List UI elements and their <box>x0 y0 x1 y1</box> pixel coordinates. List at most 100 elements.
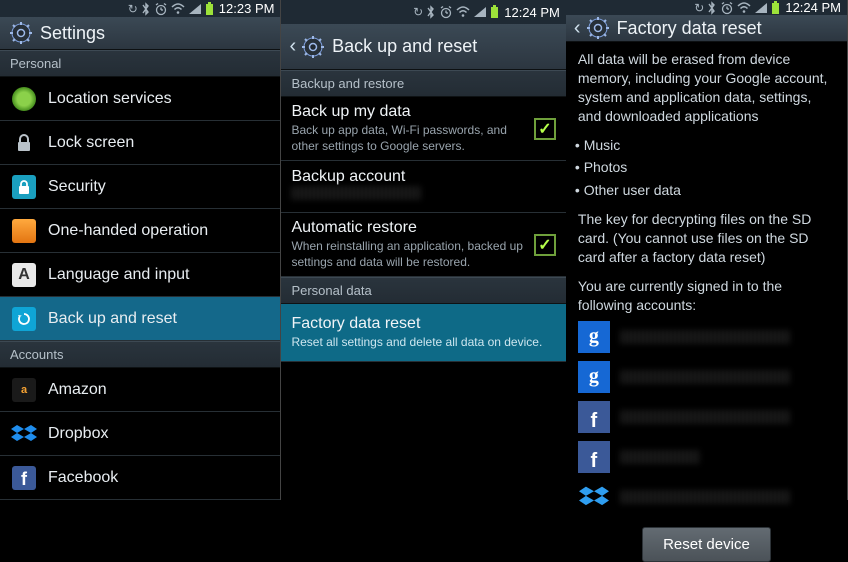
lock-icon <box>10 129 38 157</box>
warning-paragraph-2: The key for decrypting files on the SD c… <box>566 202 847 269</box>
warning-paragraph-3: You are currently signed in to the follo… <box>566 269 847 317</box>
signal-icon <box>188 3 202 15</box>
section-personal-header: Personal <box>0 50 280 77</box>
wifi-icon <box>456 6 470 18</box>
battery-icon <box>771 1 780 15</box>
amazon-icon: a <box>10 376 38 404</box>
account-dropbox <box>566 477 847 517</box>
row-label: Language and input <box>48 266 189 284</box>
google-icon: g <box>578 361 610 393</box>
section-backup-restore-header: Backup and restore <box>281 70 565 97</box>
row-automatic-restore[interactable]: Automatic restore When reinstalling an a… <box>281 213 565 277</box>
bullet-music: • Music <box>566 128 847 157</box>
language-input-icon: A <box>10 261 38 289</box>
checkbox-checked-icon[interactable]: ✓ <box>534 118 556 140</box>
row-language-input[interactable]: A Language and input <box>0 253 280 297</box>
battery-icon <box>490 5 499 19</box>
screen-settings: ↻ 12:23 PM Settings Personal Location se… <box>0 0 281 500</box>
row-title: Automatic restore <box>291 219 523 237</box>
dropbox-icon <box>578 481 610 513</box>
warning-paragraph-1: All data will be erased from device memo… <box>566 42 847 128</box>
clock: 12:23 PM <box>219 1 275 16</box>
row-label: One-handed operation <box>48 222 208 240</box>
signal-icon <box>473 6 487 18</box>
backup-reset-icon <box>10 305 38 333</box>
row-label: Lock screen <box>48 134 134 152</box>
alarm-icon <box>720 1 734 15</box>
row-backup-my-data[interactable]: Back up my data Back up app data, Wi-Fi … <box>281 97 565 161</box>
chevron-left-icon[interactable]: ‹ <box>289 35 296 58</box>
redacted-value <box>620 410 790 424</box>
row-subtitle: Reset all settings and delete all data o… <box>291 335 555 351</box>
title-bar: Settings <box>0 17 280 50</box>
row-label: Dropbox <box>48 425 108 443</box>
row-factory-data-reset[interactable]: Factory data reset Reset all settings an… <box>281 304 565 362</box>
row-label: Back up and reset <box>48 310 177 328</box>
page-title: Factory data reset <box>617 18 762 39</box>
account-google-1: g <box>566 317 847 357</box>
row-title: Backup account <box>291 168 555 186</box>
status-bar: ↻ 12:23 PM <box>0 0 280 17</box>
title-bar[interactable]: ‹ Factory data reset <box>566 15 847 42</box>
alarm-icon <box>154 2 168 16</box>
row-label: Facebook <box>48 469 118 487</box>
bullet-photos: • Photos <box>566 156 847 179</box>
screen-factory-reset: ↻ 12:24 PM ‹ Factory data reset All data… <box>566 0 848 500</box>
row-subtitle: When reinstalling an application, backed… <box>291 239 523 270</box>
row-location-services[interactable]: Location services <box>0 77 280 121</box>
wifi-icon <box>171 3 185 15</box>
row-label: Location services <box>48 90 172 108</box>
security-icon <box>10 173 38 201</box>
status-bar: ↻ 12:24 PM <box>566 0 847 15</box>
clock: 12:24 PM <box>504 5 560 20</box>
sync-icon: ↻ <box>694 1 704 15</box>
row-account-facebook[interactable]: f Facebook <box>0 456 280 500</box>
bluetooth-icon <box>707 1 717 15</box>
row-account-amazon[interactable]: a Amazon <box>0 368 280 412</box>
row-lock-screen[interactable]: Lock screen <box>0 121 280 165</box>
row-label: Security <box>48 178 106 196</box>
wifi-icon <box>737 2 751 14</box>
redacted-value <box>620 490 790 504</box>
chevron-left-icon[interactable]: ‹ <box>574 17 581 40</box>
alarm-icon <box>439 5 453 19</box>
status-bar: ↻ 12:24 PM <box>281 0 565 24</box>
title-bar[interactable]: ‹ Back up and reset <box>281 24 565 70</box>
clock: 12:24 PM <box>785 0 841 15</box>
row-security[interactable]: Security <box>0 165 280 209</box>
redacted-value <box>620 450 700 464</box>
row-subtitle: Back up app data, Wi-Fi passwords, and o… <box>291 123 523 154</box>
account-facebook-1: f <box>566 397 847 437</box>
redacted-value <box>620 370 790 384</box>
google-icon: g <box>578 321 610 353</box>
checkbox-checked-icon[interactable]: ✓ <box>534 234 556 256</box>
facebook-icon: f <box>10 464 38 492</box>
reset-device-button[interactable]: Reset device <box>642 527 771 562</box>
row-label: Amazon <box>48 381 107 399</box>
bullet-other: • Other user data <box>566 179 847 202</box>
facebook-icon: f <box>578 401 610 433</box>
row-title: Back up my data <box>291 103 523 121</box>
row-account-dropbox[interactable]: Dropbox <box>0 412 280 456</box>
battery-icon <box>205 2 214 16</box>
row-one-handed[interactable]: One-handed operation <box>0 209 280 253</box>
one-handed-icon <box>10 217 38 245</box>
row-backup-account[interactable]: Backup account <box>281 161 565 213</box>
redacted-value <box>620 330 790 344</box>
account-facebook-2: f <box>566 437 847 477</box>
settings-gear-icon <box>300 34 326 60</box>
screen-backup-reset: ↻ 12:24 PM ‹ Back up and reset Backup an… <box>281 0 565 500</box>
row-title: Factory data reset <box>291 315 555 333</box>
account-google-2: g <box>566 357 847 397</box>
bluetooth-icon <box>426 5 436 19</box>
location-icon <box>10 85 38 113</box>
dropbox-icon <box>10 420 38 448</box>
bluetooth-icon <box>141 2 151 16</box>
page-title: Back up and reset <box>332 36 477 57</box>
redacted-value <box>291 186 555 205</box>
row-backup-reset[interactable]: Back up and reset <box>0 297 280 341</box>
facebook-icon: f <box>578 441 610 473</box>
settings-gear-icon <box>585 15 611 41</box>
sync-icon: ↻ <box>413 5 423 19</box>
sync-icon: ↻ <box>128 2 138 16</box>
